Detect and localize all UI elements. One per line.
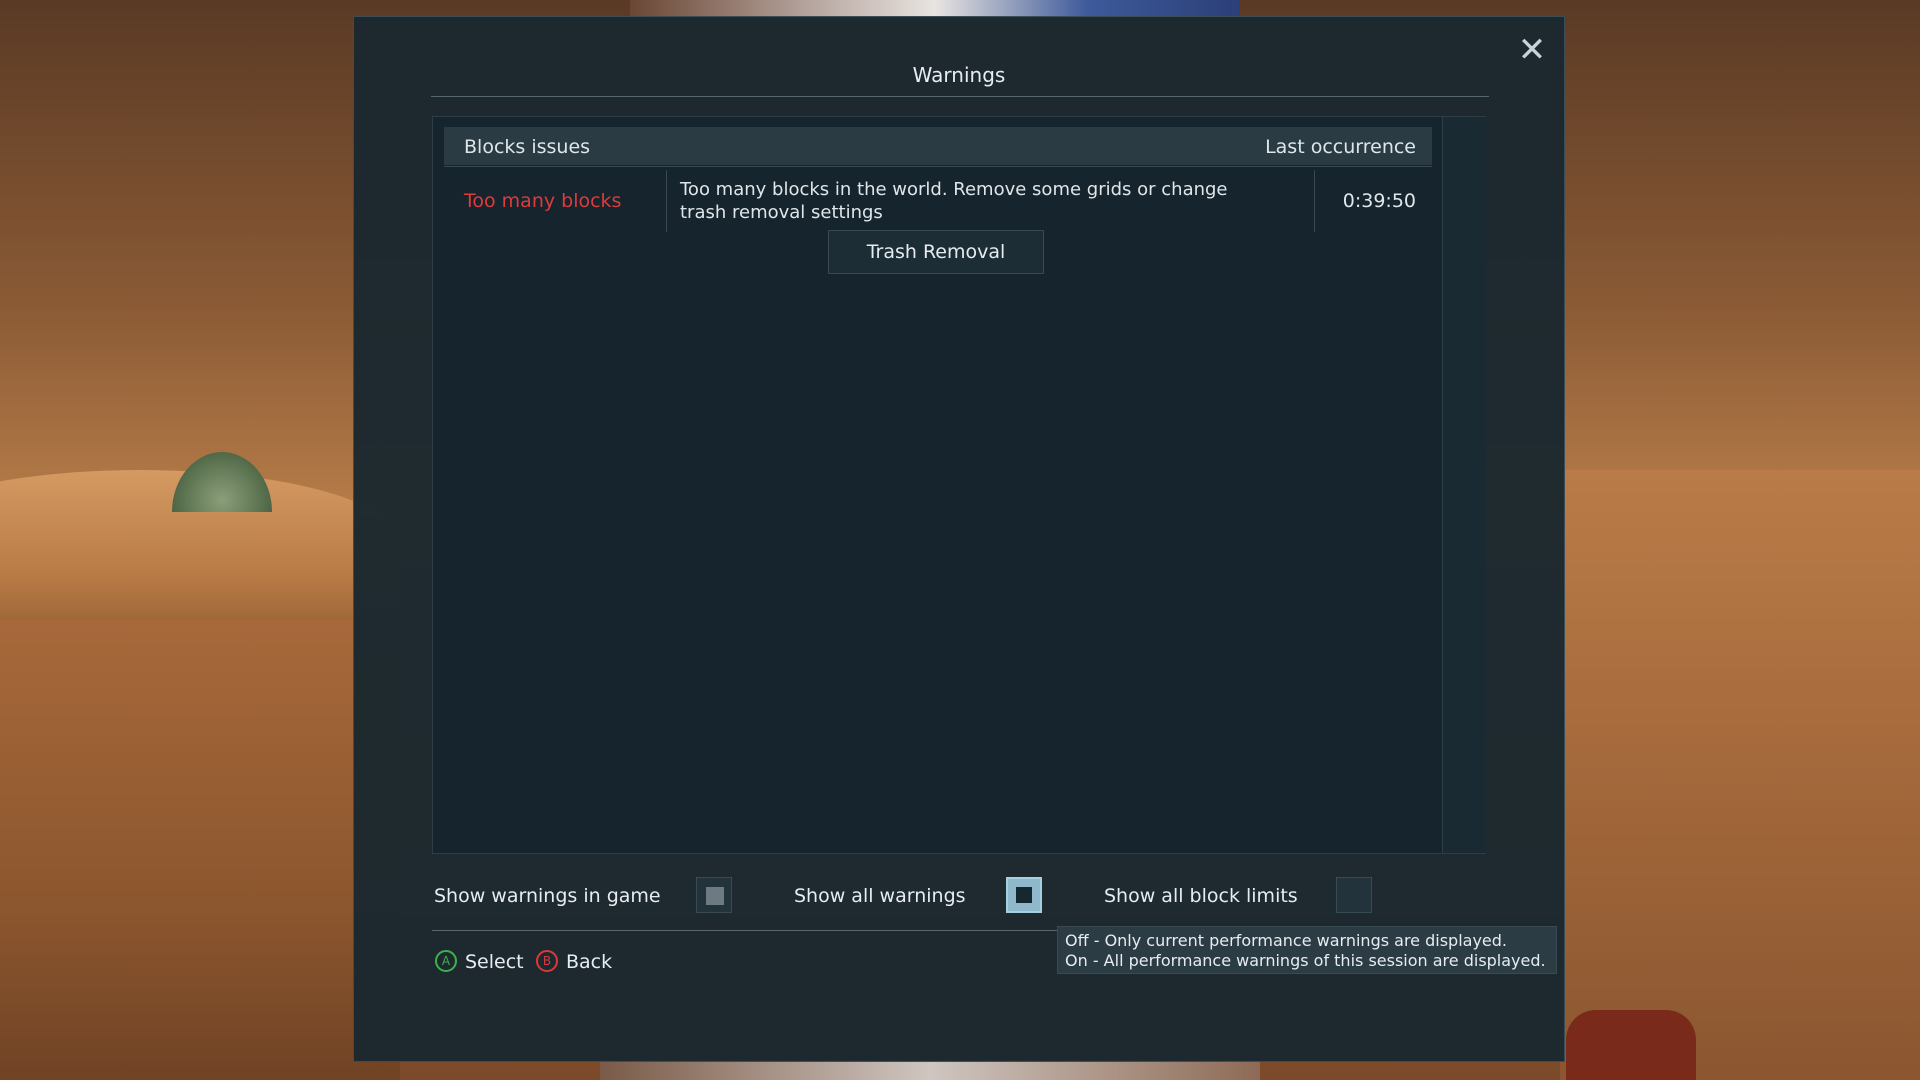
tooltip-line-off: Off - Only current performance warnings … [1065, 931, 1508, 950]
show-all-warnings-checkbox[interactable] [1006, 877, 1042, 913]
b-button-icon: B [536, 950, 558, 972]
warning-last-occurrence: 0:39:50 [1342, 190, 1416, 212]
title-divider [431, 96, 1489, 97]
column-header-blocks-issues: Blocks issues [464, 136, 591, 158]
checkbox-mark [1016, 887, 1032, 903]
background-structure-bottom [600, 1060, 1260, 1080]
planet [172, 452, 272, 512]
a-button-icon: A [435, 950, 457, 972]
header-divider [444, 166, 1432, 167]
table-row[interactable]: Too many blocks Too many blocks in the w… [444, 170, 1432, 232]
dune-right [1560, 470, 1920, 1080]
dialog-title: Warnings [912, 63, 1006, 87]
trash-removal-button[interactable]: Trash Removal [828, 230, 1044, 274]
show-warnings-in-game-checkbox[interactable] [696, 877, 732, 913]
select-hint[interactable]: Select [465, 946, 524, 978]
column-divider [666, 170, 667, 232]
warning-name: Too many blocks [464, 190, 622, 212]
warning-description: Too many blocks in the world. Remove som… [680, 179, 1228, 223]
column-header-last-occurrence: Last occurrence [1265, 136, 1416, 158]
show-all-block-limits-label: Show all block limits [1104, 885, 1298, 907]
checkbox-mark [706, 887, 724, 905]
show-all-warnings-label: Show all warnings [794, 885, 966, 907]
tooltip: Off - Only current performance warnings … [1057, 926, 1557, 974]
scrollbar[interactable] [1442, 117, 1486, 853]
show-warnings-in-game-label: Show warnings in game [434, 885, 661, 907]
back-hint[interactable]: Back [566, 946, 612, 978]
table-header: Blocks issues Last occurrence [444, 127, 1432, 165]
tooltip-line-on: On - All performance warnings of this se… [1065, 951, 1546, 970]
dune-left-low [0, 620, 400, 1080]
background-object-red [1566, 1010, 1696, 1080]
show-all-block-limits-checkbox[interactable] [1336, 877, 1372, 913]
footer-divider [432, 930, 1057, 931]
column-divider [1314, 170, 1315, 232]
